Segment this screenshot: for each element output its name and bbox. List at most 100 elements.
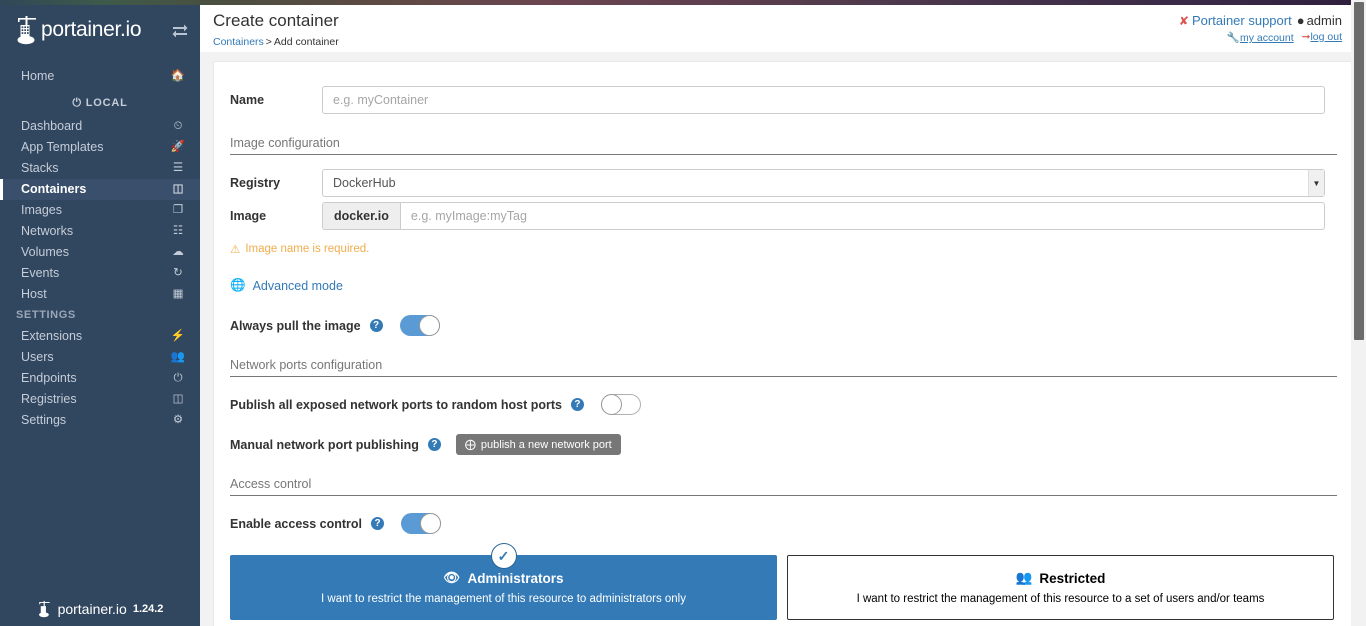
image-error-message: Image name is required.: [245, 243, 369, 255]
publish-all-toggle[interactable]: [601, 394, 641, 415]
hdd-icon: ☁: [170, 242, 186, 263]
page-scrollbar-thumb[interactable]: [1354, 2, 1364, 340]
sidebar-section-local-label: LOCAL: [86, 97, 128, 109]
sidebar-section-settings: SETTINGS: [0, 305, 200, 326]
image-registry-prefix: docker.io: [322, 202, 400, 230]
sidebar-item-label: Host: [21, 284, 170, 305]
image-name-input[interactable]: [400, 202, 1325, 230]
sidebar-item-images[interactable]: Images ❐: [0, 200, 200, 221]
sitemap-icon: ☷: [170, 221, 186, 242]
sidebar-item-label: Images: [21, 200, 170, 221]
access-card-description: I want to restrict the management of thi…: [798, 593, 1323, 605]
registry-select-wrapper[interactable]: DockerHub ▼: [322, 169, 1325, 197]
always-pull-label: Always pull the image: [230, 319, 361, 333]
sidebar-item-label: Dashboard: [21, 116, 170, 137]
access-card-title: Restricted: [1039, 571, 1105, 586]
sidebar-item-extensions[interactable]: Extensions ⚡: [0, 326, 200, 347]
image-error-message-wrapper: ⚠ Image name is required.: [230, 242, 369, 256]
rocket-icon: 🚀: [170, 137, 186, 158]
user-circle-icon: ●: [1297, 13, 1305, 28]
portainer-support-link[interactable]: Portainer support: [1192, 13, 1292, 28]
sidebar-logo-row: portainer.io: [0, 5, 200, 55]
advanced-mode-row: 🌐 Advanced mode: [214, 278, 1353, 293]
sidebar-item-settings[interactable]: Settings ⚙: [0, 410, 200, 431]
history-icon: ↻: [170, 263, 186, 284]
access-control-options: ✓ 👁 Administrators I want to restrict th…: [214, 555, 1353, 620]
bolt-icon: ⚡: [170, 326, 186, 347]
name-row: Name: [214, 86, 1353, 114]
sidebar-toggle-icon[interactable]: [170, 20, 190, 40]
network-ports-section-title: Network ports configuration: [230, 358, 1337, 377]
sidebar-item-registries[interactable]: Registries ◫: [0, 389, 200, 410]
sidebar-item-host[interactable]: Host ▦: [0, 284, 200, 305]
question-circle-icon[interactable]: ?: [370, 319, 383, 332]
sidebar-item-label: Settings: [21, 410, 170, 431]
page-scrollbar[interactable]: [1351, 0, 1366, 626]
wrench-icon: 🔧: [1227, 32, 1240, 44]
breadcrumb-separator: >: [266, 36, 272, 48]
toggle-knob: [420, 513, 441, 534]
registry-select[interactable]: DockerHub: [322, 169, 1325, 197]
advanced-mode-link[interactable]: 🌐 Advanced mode: [230, 278, 343, 293]
globe-icon: 🌐: [230, 278, 246, 293]
eye-slash-icon: 👁: [443, 570, 460, 586]
sidebar-item-stacks[interactable]: Stacks ☰: [0, 158, 200, 179]
my-account-wrapper[interactable]: 🔧my account: [1227, 31, 1294, 44]
sidebar-item-volumes[interactable]: Volumes ☁: [0, 242, 200, 263]
publish-new-port-button[interactable]: ⨁ publish a new network port: [456, 434, 621, 455]
access-card-title-wrapper: 👁 Administrators: [241, 570, 766, 586]
sidebar-brand-label: portainer.io: [41, 18, 141, 42]
access-card-restricted[interactable]: 👥 Restricted I want to restrict the mana…: [787, 555, 1334, 620]
sidebar-item-home[interactable]: Home 🏠: [0, 66, 200, 87]
logout-wrapper[interactable]: ➞log out: [1302, 31, 1342, 44]
sidebar-item-dashboard[interactable]: Dashboard ⏲: [0, 116, 200, 137]
breadcrumb-current: Add container: [274, 36, 339, 48]
access-card-administrators[interactable]: ✓ 👁 Administrators I want to restrict th…: [230, 555, 777, 620]
question-circle-icon[interactable]: ?: [371, 517, 384, 530]
my-account-link[interactable]: my account: [1240, 32, 1294, 44]
admin-username: admin: [1307, 13, 1342, 28]
manual-publish-row: Manual network port publishing ? ⨁ publi…: [214, 434, 1353, 455]
sidebar-item-events[interactable]: Events ↻: [0, 263, 200, 284]
enable-access-toggle[interactable]: [401, 513, 441, 534]
sidebar-footer-brand: portainer.io: [58, 601, 127, 617]
page-title: Create container: [213, 11, 339, 31]
server-icon: ◫: [170, 179, 186, 200]
access-card-description: I want to restrict the management of thi…: [241, 593, 766, 605]
life-ring-icon: ✘: [1179, 14, 1189, 28]
sidebar-item-label: Events: [21, 263, 170, 284]
plug-icon: ⏻: [170, 368, 186, 389]
sidebar-item-containers[interactable]: Containers ◫: [0, 179, 200, 200]
container-name-input[interactable]: [322, 86, 1325, 114]
always-pull-toggle[interactable]: [400, 315, 440, 336]
breadcrumb-containers-link[interactable]: Containers: [213, 36, 264, 48]
access-card-title-wrapper: 👥 Restricted: [798, 570, 1323, 586]
admin-cluster: ●admin: [1297, 13, 1342, 28]
publish-new-port-label: publish a new network port: [481, 439, 612, 451]
th-icon: ▦: [170, 284, 186, 305]
sidebar-item-app-templates[interactable]: App Templates 🚀: [0, 137, 200, 158]
logout-link[interactable]: log out: [1310, 31, 1342, 43]
sidebar-item-label: App Templates: [21, 137, 170, 158]
advanced-mode-label: Advanced mode: [253, 279, 343, 293]
image-error-row: ⚠ Image name is required.: [214, 242, 1353, 256]
sidebar-item-networks[interactable]: Networks ☷: [0, 221, 200, 242]
manual-publish-label: Manual network port publishing: [230, 438, 419, 452]
breadcrumb: Containers>Add container: [213, 36, 339, 48]
sidebar-item-users[interactable]: Users 👥: [0, 347, 200, 368]
sidebar-item-endpoints[interactable]: Endpoints ⏻: [0, 368, 200, 389]
always-pull-row: Always pull the image ?: [214, 315, 1353, 336]
publish-all-label: Publish all exposed network ports to ran…: [230, 398, 562, 412]
warning-triangle-icon: ⚠: [230, 242, 240, 256]
question-circle-icon[interactable]: ?: [428, 438, 441, 451]
sidebar-item-label: Stacks: [21, 158, 170, 179]
publish-all-row: Publish all exposed network ports to ran…: [214, 394, 1353, 415]
question-circle-icon[interactable]: ?: [571, 398, 584, 411]
users-icon: 👥: [170, 347, 186, 368]
sidebar-item-label: Users: [21, 347, 170, 368]
home-icon: 🏠: [170, 66, 186, 87]
sidebar-footer: portainer.io 1.24.2: [0, 600, 200, 618]
support-link-wrapper[interactable]: ✘Portainer support: [1179, 13, 1292, 28]
sidebar-item-label: Extensions: [21, 326, 170, 347]
sidebar-item-label: Registries: [21, 389, 170, 410]
